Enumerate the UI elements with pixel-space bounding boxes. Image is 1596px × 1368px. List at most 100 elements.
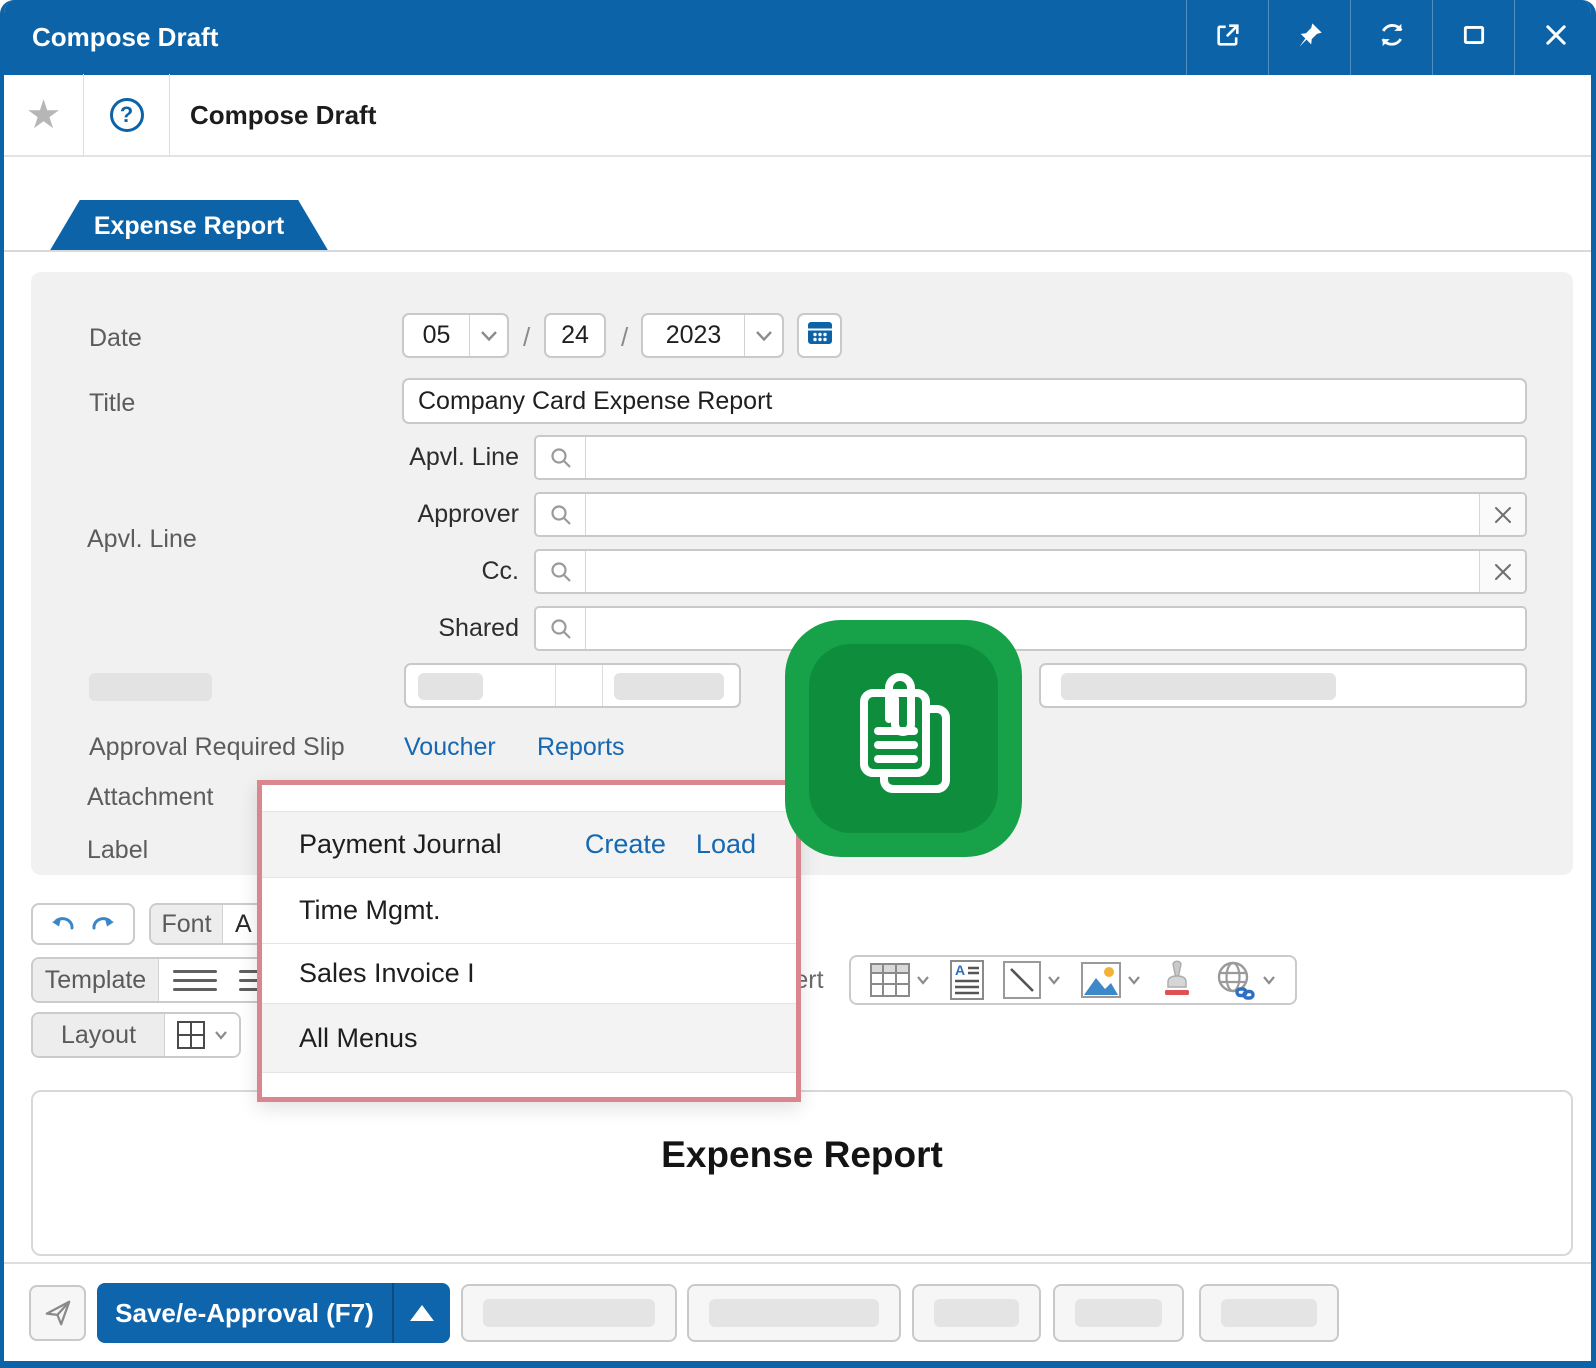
disabled-text-field xyxy=(1039,663,1527,708)
open-new-window-button[interactable] xyxy=(1186,0,1268,75)
tab-expense-report[interactable]: Expense Report xyxy=(49,200,329,252)
chevron-down-icon xyxy=(469,315,507,356)
shared-search-input[interactable] xyxy=(534,606,1527,651)
slip-menu-dropdown: Payment Journal Create Load Time Mgmt. S… xyxy=(257,780,801,1102)
label-row-label: Label xyxy=(87,836,148,865)
redo-button[interactable] xyxy=(91,914,115,934)
undo-redo-group xyxy=(31,903,135,945)
table-icon xyxy=(870,963,910,997)
calendar-picker-button[interactable] xyxy=(797,313,842,358)
maximize-icon xyxy=(1461,22,1487,53)
menu-item-time-mgmt[interactable]: Time Mgmt. xyxy=(262,877,796,943)
save-e-approval-label: Save/e-Approval (F7) xyxy=(97,1283,394,1343)
date-month-select[interactable]: 05 xyxy=(402,313,509,358)
insert-table-button[interactable] xyxy=(870,963,930,997)
page-title: Compose Draft xyxy=(190,100,376,131)
approval-required-slip-label: Approval Required Slip xyxy=(89,733,345,762)
stamp-icon xyxy=(1160,960,1194,1000)
favorite-button[interactable]: ★ xyxy=(4,74,84,156)
save-options-toggle[interactable] xyxy=(394,1283,450,1343)
approver-search-input[interactable] xyxy=(534,492,1527,537)
attached-notes-icon xyxy=(840,671,968,807)
date-day-value: 24 xyxy=(561,321,589,350)
cc-search-input[interactable] xyxy=(534,549,1527,594)
chevron-down-icon xyxy=(916,975,930,985)
clear-icon xyxy=(1492,561,1514,583)
tab-divider xyxy=(4,250,1591,252)
layout-button[interactable]: Layout xyxy=(33,1014,165,1056)
refresh-button[interactable] xyxy=(1350,0,1432,75)
title-input[interactable]: Company Card Expense Report xyxy=(402,378,1527,424)
tab-label: Expense Report xyxy=(94,212,284,241)
search-icon xyxy=(536,608,586,649)
triangle-up-icon xyxy=(410,1305,434,1321)
clear-cc-button[interactable] xyxy=(1479,551,1525,592)
title-bar: Compose Draft xyxy=(0,0,1596,75)
footer-divider xyxy=(4,1262,1591,1264)
search-icon xyxy=(536,551,586,592)
menu-item-all-menus[interactable]: All Menus xyxy=(262,1003,796,1073)
clear-icon xyxy=(1492,504,1514,526)
layout-group: Layout xyxy=(31,1012,241,1058)
close-icon xyxy=(1542,21,1570,54)
menu-item-label: Time Mgmt. xyxy=(299,895,441,926)
undo-button[interactable] xyxy=(51,914,75,934)
window-title: Compose Draft xyxy=(32,0,218,75)
payment-journal-load-link[interactable]: Load xyxy=(696,829,756,860)
pin-icon xyxy=(1296,21,1324,54)
date-day-input[interactable]: 24 xyxy=(544,313,606,358)
help-button[interactable]: ? xyxy=(84,74,170,156)
attachment-badge xyxy=(785,620,1022,857)
close-button[interactable] xyxy=(1514,0,1596,75)
pin-button[interactable] xyxy=(1268,0,1350,75)
image-icon xyxy=(1081,962,1121,998)
footer-placeholder-button xyxy=(687,1284,901,1342)
text-document-icon: A xyxy=(950,960,984,1000)
chevron-down-icon xyxy=(1262,975,1276,985)
insert-hyperlink-button[interactable] xyxy=(1214,960,1276,1000)
clear-approver-button[interactable] xyxy=(1479,494,1525,535)
insert-line-button[interactable] xyxy=(1003,961,1061,999)
footer-placeholder-button xyxy=(461,1284,677,1342)
globe-link-icon xyxy=(1214,960,1256,1000)
apvl-line-search-input[interactable] xyxy=(534,435,1527,480)
cc-row-label: Cc. xyxy=(311,557,519,586)
document-editor-area[interactable]: Expense Report xyxy=(31,1090,1573,1256)
title-value: Company Card Expense Report xyxy=(404,380,1525,422)
voucher-link[interactable]: Voucher xyxy=(404,733,496,762)
search-icon xyxy=(536,437,586,478)
open-new-window-icon xyxy=(1214,21,1242,54)
chevron-down-icon xyxy=(214,1030,228,1040)
align-lines-icon[interactable] xyxy=(173,964,217,997)
payment-journal-create-link[interactable]: Create xyxy=(585,829,666,860)
date-month-value: 05 xyxy=(404,315,469,356)
date-separator: / xyxy=(523,322,530,353)
reports-link[interactable]: Reports xyxy=(537,733,625,762)
save-e-approval-button[interactable]: Save/e-Approval (F7) xyxy=(97,1283,450,1343)
send-button[interactable] xyxy=(29,1285,86,1341)
title-label: Title xyxy=(89,389,135,418)
insert-stamp-button[interactable] xyxy=(1160,960,1194,1000)
date-label: Date xyxy=(89,324,142,353)
date-separator-2: / xyxy=(621,322,628,353)
insert-text-button[interactable]: A xyxy=(950,960,984,1000)
search-icon xyxy=(536,494,586,535)
approver-row-label: Approver xyxy=(311,500,519,529)
layout-grid-select[interactable] xyxy=(165,1014,239,1056)
insert-tools-group: A xyxy=(849,955,1297,1005)
star-icon: ★ xyxy=(26,95,62,135)
maximize-button[interactable] xyxy=(1432,0,1514,75)
redo-icon xyxy=(91,914,115,934)
menu-item-sales-invoice[interactable]: Sales Invoice I xyxy=(262,943,796,1003)
line-icon xyxy=(1003,961,1041,999)
font-select-label: Font xyxy=(151,905,223,943)
template-button[interactable]: Template xyxy=(33,959,159,1001)
menu-item-payment-journal[interactable]: Payment Journal Create Load xyxy=(262,811,796,877)
chevron-down-icon xyxy=(1127,975,1141,985)
insert-image-button[interactable] xyxy=(1081,962,1141,998)
date-year-select[interactable]: 2023 xyxy=(641,313,784,358)
page-header: ★ ? Compose Draft xyxy=(4,75,1591,157)
menu-item-label: Sales Invoice I xyxy=(299,958,475,989)
disabled-field-label-placeholder xyxy=(89,673,212,701)
grid-layout-icon xyxy=(176,1020,206,1050)
